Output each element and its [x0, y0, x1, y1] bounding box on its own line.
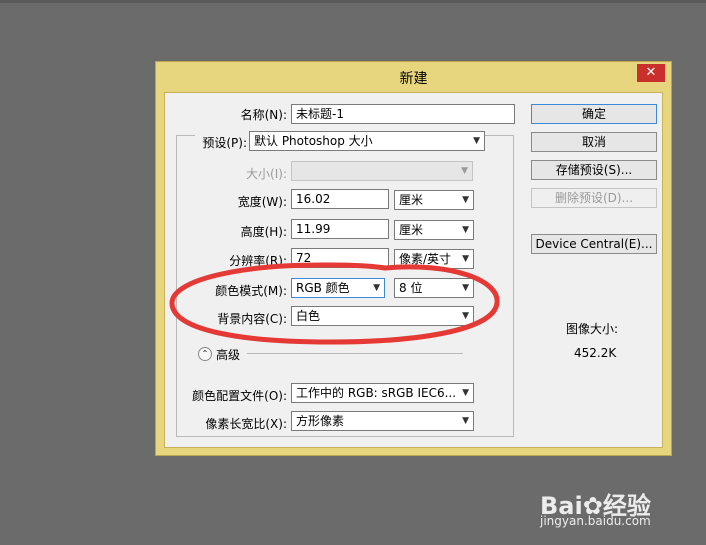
watermark-url: jingyan.baidu.com [540, 514, 651, 528]
annotation-ellipse [169, 262, 500, 345]
annotation-overlay [169, 262, 500, 345]
